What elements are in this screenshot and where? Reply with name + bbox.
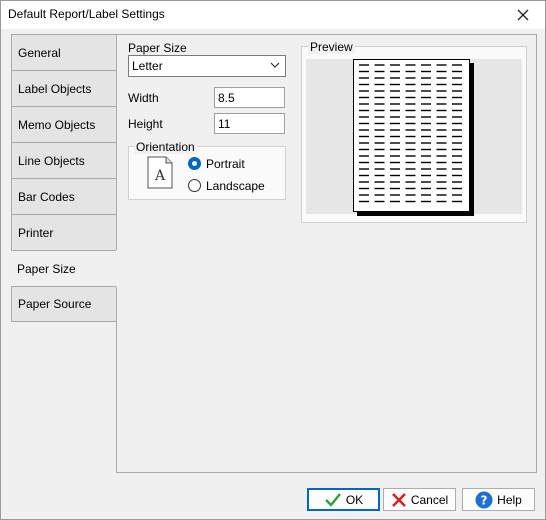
height-field[interactable]: 11 (214, 113, 285, 134)
paper-size-value: Letter (132, 59, 163, 73)
width-value: 8.5 (218, 90, 235, 105)
height-label: Height (128, 117, 163, 131)
portrait-label: Portrait (206, 157, 245, 171)
close-button[interactable] (501, 1, 545, 29)
portrait-icon-letter: A (154, 168, 166, 184)
paper-size-label: Paper Size (128, 41, 187, 55)
checkmark-icon (324, 492, 341, 507)
tab-label: Printer (18, 225, 54, 240)
portrait-page-icon: A (147, 156, 173, 189)
tab-bar-codes[interactable]: Bar Codes (11, 178, 117, 214)
ok-label: OK (345, 492, 364, 507)
preview-legend: Preview (308, 40, 355, 54)
tab-label: General (18, 45, 61, 60)
chevron-down-icon (270, 62, 280, 68)
tab-label: Memo Objects (18, 117, 96, 132)
tab-label: Bar Codes (18, 189, 75, 204)
help-label: Help (497, 492, 522, 507)
width-field[interactable]: 8.5 (214, 87, 285, 108)
close-icon (517, 9, 529, 21)
landscape-radio[interactable] (188, 179, 201, 192)
tab-paper-size[interactable]: Paper Size (11, 250, 117, 286)
orientation-legend: Orientation (134, 140, 197, 154)
tab-label: Paper Source (18, 297, 92, 311)
help-button[interactable]: ? Help (462, 488, 535, 511)
settings-tabs: General Label Objects Memo Objects Line … (11, 34, 117, 322)
height-value: 11 (218, 116, 231, 131)
paper-preview (353, 59, 470, 212)
label-grid-preview (359, 64, 462, 203)
ok-button[interactable]: OK (307, 488, 380, 511)
tab-label: Line Objects (18, 153, 85, 168)
cancel-x-icon (391, 492, 406, 507)
active-tab-joint (116, 250, 117, 287)
landscape-label: Landscape (206, 179, 265, 193)
tab-label: Paper Size (17, 261, 76, 276)
portrait-radio[interactable] (188, 157, 201, 170)
tab-line-objects[interactable]: Line Objects (11, 142, 117, 178)
tab-printer[interactable]: Printer (11, 214, 117, 250)
cancel-label: Cancel (410, 492, 449, 507)
width-label: Width (128, 91, 159, 105)
window-title: Default Report/Label Settings (8, 7, 165, 21)
tab-label: Label Objects (18, 81, 92, 96)
title-bar: Default Report/Label Settings (1, 1, 545, 29)
tab-memo-objects[interactable]: Memo Objects (11, 106, 117, 142)
tab-label-objects[interactable]: Label Objects (11, 70, 117, 106)
cancel-button[interactable]: Cancel (383, 488, 456, 511)
tab-paper-source[interactable]: Paper Source (11, 286, 117, 322)
paper-size-select[interactable]: Letter (128, 55, 286, 77)
svg-text:?: ? (481, 493, 488, 507)
tab-general[interactable]: General (11, 34, 117, 70)
help-icon: ? (475, 491, 493, 508)
